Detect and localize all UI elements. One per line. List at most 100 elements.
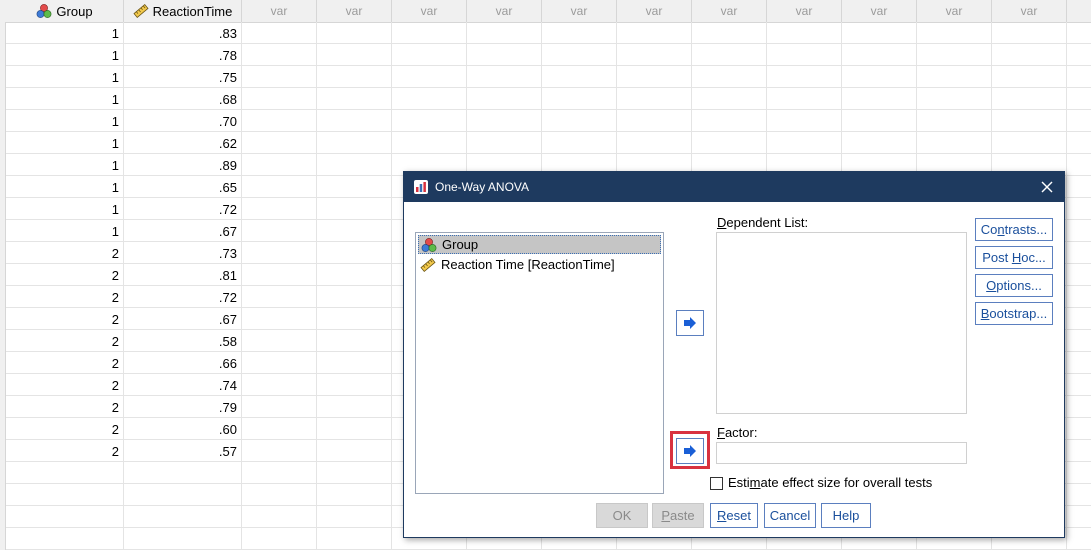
table-cell[interactable]: .57 (124, 440, 242, 462)
table-cell[interactable] (6, 462, 124, 484)
table-cell[interactable] (917, 88, 992, 110)
table-cell[interactable] (317, 352, 392, 374)
table-cell[interactable] (317, 308, 392, 330)
table-cell[interactable] (917, 132, 992, 154)
table-cell[interactable] (617, 132, 692, 154)
table-cell[interactable] (242, 396, 317, 418)
table-cell[interactable] (992, 110, 1067, 132)
table-cell[interactable] (317, 330, 392, 352)
cancel-button[interactable]: Cancel (764, 503, 816, 528)
column-header-var[interactable]: var (242, 0, 317, 22)
table-cell[interactable]: 1 (6, 88, 124, 110)
table-cell[interactable] (767, 132, 842, 154)
table-cell[interactable] (992, 132, 1067, 154)
table-cell[interactable]: .79 (124, 396, 242, 418)
table-cell[interactable] (767, 110, 842, 132)
table-cell[interactable] (242, 440, 317, 462)
table-cell[interactable] (617, 88, 692, 110)
table-cell[interactable] (317, 528, 392, 550)
factor-field[interactable] (716, 442, 967, 464)
table-cell[interactable]: 1 (6, 22, 124, 44)
table-cell[interactable] (392, 44, 467, 66)
table-cell[interactable] (767, 66, 842, 88)
table-cell[interactable] (242, 242, 317, 264)
table-cell[interactable] (542, 88, 617, 110)
effect-size-checkbox[interactable] (710, 477, 723, 490)
contrasts-button[interactable]: Co n trasts... (975, 218, 1053, 241)
column-header-reactiontime[interactable]: ReactionTime (124, 0, 242, 22)
table-cell[interactable] (842, 132, 917, 154)
table-cell[interactable]: .67 (124, 220, 242, 242)
table-cell[interactable]: 2 (6, 264, 124, 286)
table-cell[interactable] (692, 66, 767, 88)
table-cell[interactable]: 1 (6, 110, 124, 132)
table-cell[interactable]: 2 (6, 440, 124, 462)
table-cell[interactable] (317, 44, 392, 66)
table-cell[interactable] (317, 110, 392, 132)
table-cell[interactable]: .70 (124, 110, 242, 132)
table-cell[interactable] (317, 264, 392, 286)
column-header-var[interactable]: var (617, 0, 692, 22)
close-button[interactable] (1036, 176, 1058, 198)
table-cell[interactable] (317, 220, 392, 242)
table-cell[interactable] (242, 22, 317, 44)
table-cell[interactable] (617, 66, 692, 88)
table-cell[interactable] (842, 66, 917, 88)
table-cell[interactable]: .81 (124, 264, 242, 286)
table-cell[interactable] (124, 484, 242, 506)
column-header-var[interactable]: var (392, 0, 467, 22)
table-cell[interactable]: .58 (124, 330, 242, 352)
table-cell[interactable] (317, 88, 392, 110)
table-cell[interactable] (317, 22, 392, 44)
reset-button[interactable]: Reset (710, 503, 758, 528)
table-cell[interactable]: .67 (124, 308, 242, 330)
effect-size-checkbox-label[interactable]: Estimate effect size for overall tests (728, 475, 932, 490)
table-cell[interactable] (467, 66, 542, 88)
table-cell[interactable]: 2 (6, 286, 124, 308)
table-cell[interactable]: .65 (124, 176, 242, 198)
table-cell[interactable] (242, 66, 317, 88)
table-cell[interactable] (692, 44, 767, 66)
table-cell[interactable] (392, 66, 467, 88)
bootstrap-button[interactable]: Bootstrap... (975, 302, 1053, 325)
table-cell[interactable] (317, 418, 392, 440)
table-cell[interactable] (124, 462, 242, 484)
table-cell[interactable] (692, 22, 767, 44)
table-cell[interactable] (542, 110, 617, 132)
list-item-reaction-time[interactable]: Reaction Time [ReactionTime] (418, 255, 661, 274)
table-cell[interactable] (467, 88, 542, 110)
table-cell[interactable]: 1 (6, 44, 124, 66)
table-cell[interactable]: .83 (124, 22, 242, 44)
table-cell[interactable] (317, 506, 392, 528)
table-cell[interactable] (767, 88, 842, 110)
table-cell[interactable]: 1 (6, 220, 124, 242)
ok-button[interactable]: OK (596, 503, 648, 528)
table-cell[interactable] (242, 352, 317, 374)
table-cell[interactable]: .60 (124, 418, 242, 440)
move-to-factor-button[interactable] (676, 438, 704, 464)
table-cell[interactable] (6, 528, 124, 550)
table-cell[interactable] (917, 44, 992, 66)
table-cell[interactable] (242, 88, 317, 110)
table-cell[interactable] (317, 132, 392, 154)
table-cell[interactable]: .62 (124, 132, 242, 154)
table-cell[interactable] (317, 462, 392, 484)
table-cell[interactable] (467, 110, 542, 132)
table-cell[interactable] (242, 154, 317, 176)
table-cell[interactable] (242, 132, 317, 154)
table-cell[interactable]: 2 (6, 352, 124, 374)
table-cell[interactable] (317, 484, 392, 506)
table-cell[interactable] (992, 88, 1067, 110)
dependent-list-box[interactable] (716, 232, 967, 414)
table-cell[interactable] (467, 132, 542, 154)
table-cell[interactable] (392, 132, 467, 154)
column-header-var[interactable]: var (467, 0, 542, 22)
table-cell[interactable] (317, 66, 392, 88)
table-cell[interactable]: 2 (6, 418, 124, 440)
table-cell[interactable] (542, 22, 617, 44)
column-header-group[interactable]: Group (6, 0, 124, 22)
table-cell[interactable] (242, 462, 317, 484)
column-header-var[interactable]: var (767, 0, 842, 22)
table-cell[interactable] (317, 440, 392, 462)
column-header-var[interactable]: var (542, 0, 617, 22)
